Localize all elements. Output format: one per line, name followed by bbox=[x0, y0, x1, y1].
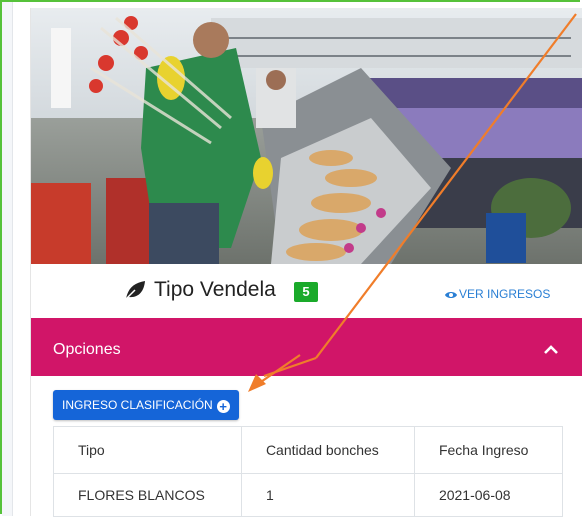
column-header-fecha: Fecha Ingreso bbox=[413, 426, 564, 474]
opciones-panel-header[interactable]: Opciones bbox=[31, 318, 582, 376]
column-header-cantidad: Cantidad bonches bbox=[240, 426, 415, 474]
ingreso-clasificacion-button[interactable]: INGRESO CLASIFICACIÓN + bbox=[53, 390, 239, 420]
card-title-row: Tipo Vendela 5 VER INGRESOS bbox=[31, 270, 582, 310]
table-row: FLORES BLANCOS 1 2021-06-08 bbox=[53, 473, 564, 517]
ingreso-clasificacion-label: INGRESO CLASIFICACIÓN bbox=[62, 398, 213, 412]
count-badge: 5 bbox=[294, 282, 318, 302]
view-ingresos-label: VER INGRESOS bbox=[459, 287, 551, 301]
cell-fecha: 2021-06-08 bbox=[413, 473, 564, 517]
chevron-up-icon[interactable] bbox=[543, 342, 559, 354]
plus-circle-icon: + bbox=[216, 400, 230, 413]
cell-tipo: FLORES BLANCOS bbox=[53, 473, 242, 517]
card-title: Tipo Vendela bbox=[154, 278, 276, 301]
flower-packing-photo bbox=[31, 8, 582, 264]
leaf-icon bbox=[124, 279, 146, 301]
sidebar-edge bbox=[2, 2, 13, 516]
ingresos-table: Tipo Cantidad bonches Fecha Ingreso FLOR… bbox=[53, 426, 564, 517]
view-ingresos-link[interactable]: VER INGRESOS bbox=[445, 287, 550, 303]
vendela-card: Tipo Vendela 5 VER INGRESOS Opciones ING… bbox=[30, 8, 582, 517]
opciones-title: Opciones bbox=[53, 341, 121, 358]
cell-cantidad: 1 bbox=[240, 473, 415, 517]
eye-icon bbox=[445, 289, 457, 303]
column-header-tipo: Tipo bbox=[53, 426, 242, 474]
table-header-row: Tipo Cantidad bonches Fecha Ingreso bbox=[53, 426, 564, 474]
